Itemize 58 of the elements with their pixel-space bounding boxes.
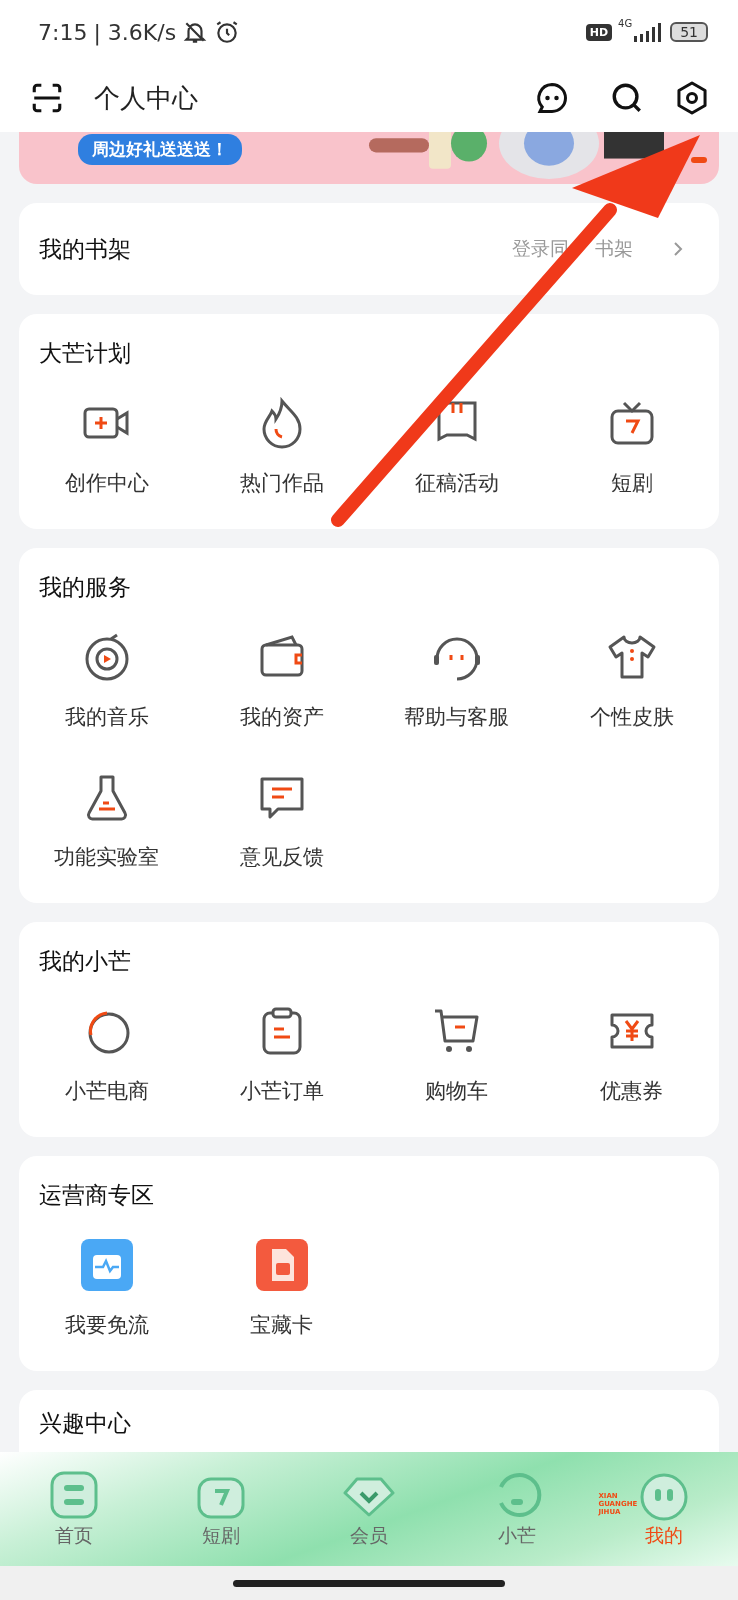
menu-label: 热门作品 <box>239 470 324 497</box>
menu-label: 我要免流 <box>64 1312 149 1339</box>
menu-item[interactable]: 创作中心 <box>19 397 194 497</box>
nav-tab[interactable]: 短剧 <box>147 1452 296 1566</box>
menu-label: 功能实验室 <box>54 844 159 871</box>
menu-label: 我的音乐 <box>64 704 149 731</box>
menu-label: 优惠券 <box>600 1078 663 1105</box>
network-speed: | 3.6K/s <box>93 19 177 45</box>
battery-level: 51 <box>670 22 708 42</box>
hint-text: 书架 <box>595 236 633 261</box>
menu-label: 帮助与客服 <box>404 704 509 731</box>
nav-tab[interactable]: 小芒 <box>442 1452 591 1566</box>
hd-badge: HD <box>585 23 613 41</box>
menu-item[interactable]: 我的音乐 <box>19 631 194 731</box>
menu-item[interactable]: 征稿活动 <box>369 397 544 497</box>
sim-card-icon <box>255 1239 308 1291</box>
menu-label: 个性皮肤 <box>589 704 674 731</box>
app-icon <box>80 1239 133 1291</box>
menu-label: 我的资产 <box>239 704 324 731</box>
menu-label: 宝藏卡 <box>250 1312 313 1339</box>
page-title: 个人中心 <box>94 81 198 115</box>
chevron-right-icon <box>671 240 685 258</box>
nav-tab[interactable]: 会员 <box>295 1452 443 1566</box>
nav-tab[interactable]: 首页 <box>0 1452 148 1566</box>
menu-label: 小芒订单 <box>239 1078 324 1105</box>
status-time: 7:15 <box>38 19 88 45</box>
settings-icon[interactable] <box>674 80 710 116</box>
menu-label: 购物车 <box>425 1078 488 1105</box>
menu-item[interactable]: 功能实验室 <box>19 771 194 871</box>
section-title: 我的小芒 <box>39 947 132 976</box>
menu-label: 小芒电商 <box>64 1078 149 1105</box>
section-title: 我的服务 <box>39 573 132 602</box>
menu-label: 意见反馈 <box>239 844 324 871</box>
menu-item[interactable]: 小芒电商 <box>19 1005 194 1105</box>
menu-item[interactable]: 短剧 <box>544 397 719 497</box>
section-title: 大芒计划 <box>39 339 132 368</box>
section-title: 我的书架 <box>39 234 131 264</box>
menu-item[interactable]: 宝藏卡 <box>194 1239 369 1339</box>
network-type: 4G <box>618 18 633 29</box>
menu-item[interactable]: 购物车 <box>369 1005 544 1105</box>
menu-label: 征稿活动 <box>414 470 499 497</box>
menu-label: 短剧 <box>610 470 653 497</box>
menu-item[interactable]: 我的资产 <box>194 631 369 731</box>
chat-icon[interactable] <box>534 80 570 116</box>
menu-item[interactable]: 意见反馈 <box>194 771 369 871</box>
section-title: 兴趣中心 <box>39 1410 131 1436</box>
menu-item[interactable]: 我要免流 <box>19 1239 194 1339</box>
search-icon[interactable] <box>610 81 644 115</box>
menu-item[interactable]: 帮助与客服 <box>369 631 544 731</box>
section-title: 运营商专区 <box>39 1181 155 1210</box>
menu-label: 创作中心 <box>64 470 149 497</box>
home-indicator[interactable] <box>233 1579 505 1587</box>
menu-item[interactable]: 热门作品 <box>194 397 369 497</box>
menu-item[interactable]: 优惠券 <box>544 1005 719 1105</box>
promo-tag[interactable]: 周边好礼送送送！ <box>78 134 242 165</box>
menu-item[interactable]: 小芒订单 <box>194 1005 369 1105</box>
scan-icon[interactable] <box>30 81 64 115</box>
menu-item[interactable]: 个性皮肤 <box>544 631 719 731</box>
